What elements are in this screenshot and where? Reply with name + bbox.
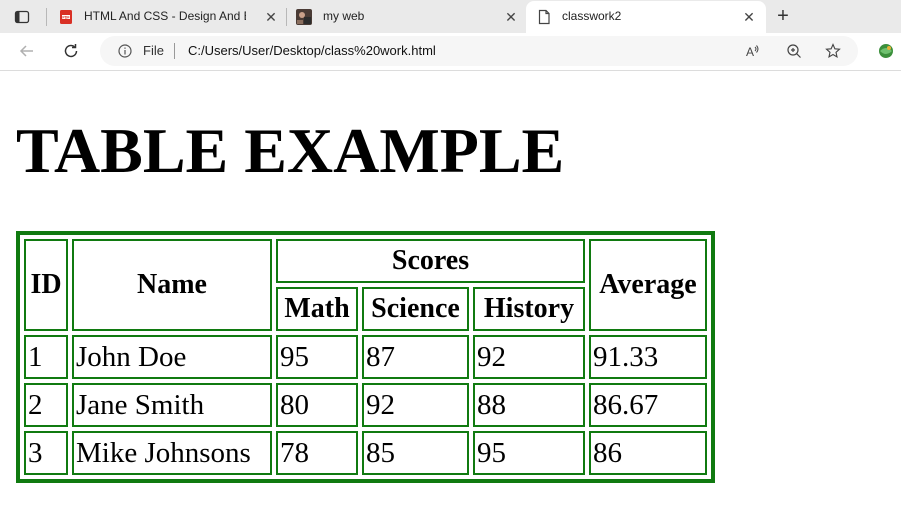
- cell-math: 80: [276, 383, 358, 427]
- cell-history: 95: [473, 431, 585, 475]
- header-math: Math: [276, 287, 358, 331]
- cell-history: 88: [473, 383, 585, 427]
- cell-name: John Doe: [72, 335, 272, 379]
- cell-id: 3: [24, 431, 68, 475]
- tab-title: classwork2: [562, 9, 622, 23]
- address-separator: [174, 43, 175, 59]
- close-icon[interactable]: ✕: [504, 10, 518, 24]
- cell-science: 87: [362, 335, 469, 379]
- page-heading: TABLE EXAMPLE: [16, 115, 565, 186]
- address-bar[interactable]: File C:/Users/User/Desktop/class%20work.…: [100, 36, 858, 66]
- tab-bar: PDF HTML And CSS - Design And Buil ✕ my …: [0, 0, 901, 33]
- cell-science: 92: [362, 383, 469, 427]
- header-name: Name: [72, 239, 272, 331]
- page-content: TABLE EXAMPLE ID Name Scores Average Mat…: [0, 71, 901, 521]
- cell-id: 2: [24, 383, 68, 427]
- pdf-icon: PDF: [58, 9, 74, 25]
- cell-average: 86: [589, 431, 707, 475]
- header-history: History: [473, 287, 585, 331]
- cell-id: 1: [24, 335, 68, 379]
- photo-thumbnail-icon: [296, 9, 312, 25]
- cell-history: 92: [473, 335, 585, 379]
- tab-title: HTML And CSS - Design And Buil: [84, 9, 246, 23]
- close-icon[interactable]: ✕: [742, 10, 756, 24]
- header-average: Average: [589, 239, 707, 331]
- cell-name: Jane Smith: [72, 383, 272, 427]
- cell-math: 95: [276, 335, 358, 379]
- tab-actions-icon[interactable]: [14, 9, 30, 25]
- table-row: 3 Mike Johnsons 78 85 95 86: [24, 431, 707, 475]
- back-arrow-icon[interactable]: [18, 42, 36, 60]
- scheme-label: File: [143, 43, 164, 58]
- header-id: ID: [24, 239, 68, 331]
- close-icon[interactable]: ✕: [264, 10, 278, 24]
- cell-average: 91.33: [589, 335, 707, 379]
- info-icon[interactable]: [118, 44, 132, 58]
- tab-html-css-book[interactable]: PDF HTML And CSS - Design And Buil ✕: [52, 0, 282, 33]
- url-text[interactable]: C:/Users/User/Desktop/class%20work.html: [188, 43, 436, 58]
- favorite-star-icon[interactable]: [825, 43, 841, 59]
- tab-divider: [286, 8, 287, 26]
- header-science: Science: [362, 287, 469, 331]
- tab-divider: [46, 8, 47, 26]
- header-scores-group: Scores: [276, 239, 585, 283]
- read-aloud-icon[interactable]: A: [745, 43, 761, 59]
- browser-toolbar: File C:/Users/User/Desktop/class%20work.…: [0, 33, 901, 71]
- svg-text:A: A: [746, 45, 754, 59]
- zoom-icon[interactable]: [786, 43, 802, 59]
- svg-text:PDF: PDF: [62, 15, 70, 19]
- tab-my-web[interactable]: my web ✕: [290, 0, 522, 33]
- new-tab-icon[interactable]: +: [773, 6, 793, 26]
- page-icon: [536, 9, 552, 25]
- tab-title: my web: [323, 9, 365, 23]
- refresh-icon[interactable]: [62, 42, 80, 60]
- cell-average: 86.67: [589, 383, 707, 427]
- extension-icon[interactable]: [877, 42, 895, 60]
- scores-table: ID Name Scores Average Math Science Hist…: [16, 231, 715, 483]
- tab-classwork2[interactable]: classwork2 ✕: [526, 1, 766, 33]
- cell-science: 85: [362, 431, 469, 475]
- cell-name: Mike Johnsons: [72, 431, 272, 475]
- table-row: 1 John Doe 95 87 92 91.33: [24, 335, 707, 379]
- table-row: 2 Jane Smith 80 92 88 86.67: [24, 383, 707, 427]
- cell-math: 78: [276, 431, 358, 475]
